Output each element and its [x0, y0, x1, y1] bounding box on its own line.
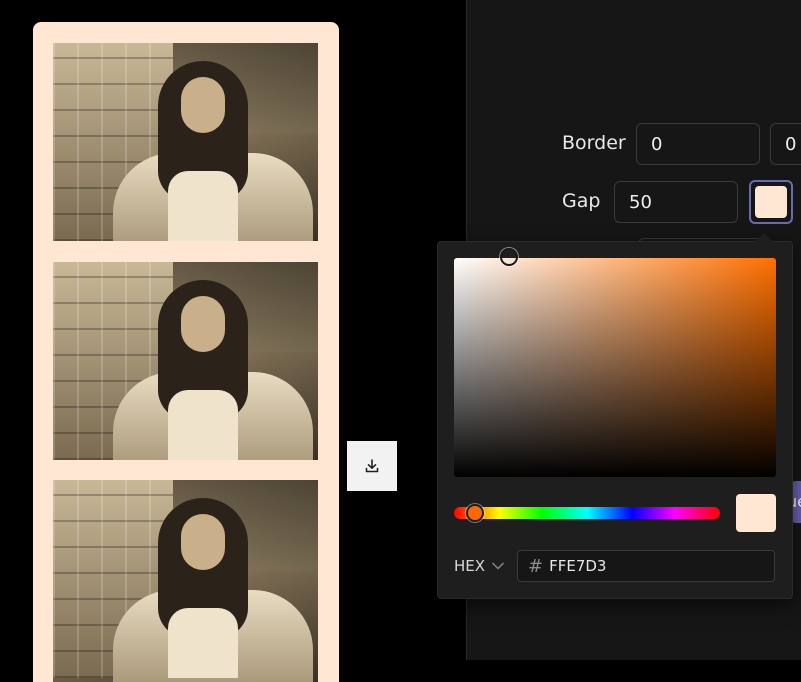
border-label: Border: [562, 132, 626, 154]
photo-person-face: [181, 514, 225, 570]
hex-field[interactable]: #: [517, 550, 775, 582]
hex-input[interactable]: [549, 557, 750, 575]
photo-person-shirt: [168, 608, 238, 678]
photo-frame-1: [53, 43, 318, 241]
saturation-thumb[interactable]: [500, 248, 518, 266]
gap-label: Gap: [562, 190, 601, 212]
color-format-select[interactable]: HEX: [454, 552, 505, 580]
saturation-area[interactable]: [454, 248, 776, 477]
download-icon: [365, 459, 379, 473]
color-swatch-preview: [755, 186, 787, 218]
gap-input[interactable]: [614, 181, 738, 223]
color-picker-popover: HEX #: [437, 233, 793, 599]
photo-person-shirt: [168, 390, 238, 460]
color-swatch-button[interactable]: [749, 180, 793, 224]
hue-slider[interactable]: [454, 504, 720, 522]
photo-frame-3: [53, 480, 318, 682]
photo-strip: [33, 22, 339, 682]
color-format-label: HEX: [454, 557, 486, 575]
border-input-secondary[interactable]: [770, 123, 801, 165]
photo-person-face: [181, 296, 225, 352]
hash-icon: #: [528, 555, 544, 577]
preview-area: [0, 0, 466, 682]
photo-person-shirt: [168, 171, 238, 241]
photo-frame-2: [53, 262, 318, 460]
chevron-down-icon: [492, 562, 505, 570]
photo-person-face: [181, 77, 225, 133]
selected-color-swatch: [736, 494, 776, 532]
border-input[interactable]: [636, 123, 760, 165]
download-button[interactable]: [347, 441, 397, 491]
popover-arrow: [755, 233, 773, 242]
hue-thumb[interactable]: [466, 504, 484, 522]
